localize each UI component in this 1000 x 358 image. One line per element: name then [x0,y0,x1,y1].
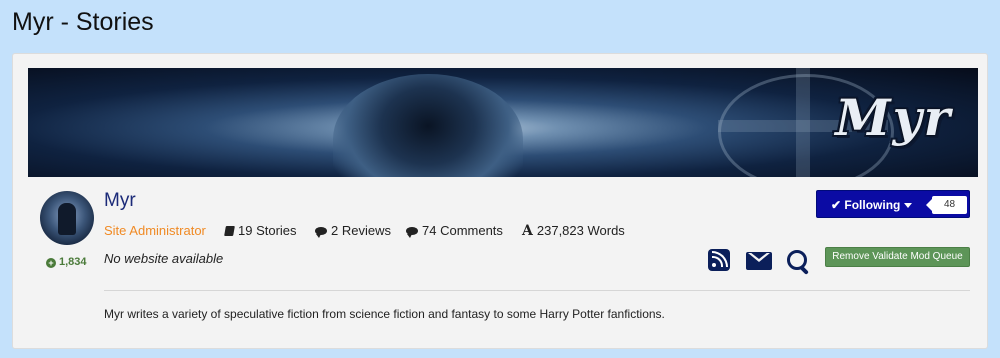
message-button[interactable] [746,249,772,273]
book-icon [224,226,235,236]
website-text: No website available [104,251,224,266]
banner-logo: Myr [835,88,952,147]
reputation-count: 1,834 [59,256,87,268]
search-button[interactable] [786,249,810,275]
reviews-stat: 2 Reviews [315,223,391,238]
words-stat: A 237,823 Words [522,223,625,239]
username-link[interactable]: Myr [104,190,136,212]
stories-stat: 19 Stories [224,223,297,238]
comment-icon [315,227,327,238]
reputation-badge: +1,834 [46,256,87,268]
divider [104,290,970,291]
profile-banner: Myr [28,68,978,177]
stories-count: 19 Stories [238,223,297,238]
profile-card: Myr +1,834 Myr Site Administrator 19 Sto… [12,53,988,349]
following-button[interactable]: ✔ Following 48 [816,190,970,218]
font-icon: A [522,223,533,239]
plus-circle-icon: + [46,258,56,268]
followers-count: 48 [926,196,967,214]
comment-icon [406,227,418,238]
user-role: Site Administrator [104,223,206,238]
rss-button[interactable] [708,249,732,273]
following-label: Following [844,198,901,212]
remove-validate-mod-queue-button[interactable]: Remove Validate Mod Queue [825,247,970,267]
comments-count: 74 Comments [422,223,503,238]
profile-bio: Myr writes a variety of speculative fict… [104,307,665,321]
reviews-count: 2 Reviews [331,223,391,238]
envelope-icon [746,252,772,270]
rss-icon [708,249,730,271]
caret-down-icon [904,203,913,208]
banner-hooded-figure [333,74,523,177]
comments-stat: 74 Comments [406,223,503,238]
check-icon: ✔ [831,198,845,212]
page-title: Myr - Stories [12,8,154,36]
words-count: 237,823 Words [536,223,625,238]
avatar[interactable] [40,191,94,245]
